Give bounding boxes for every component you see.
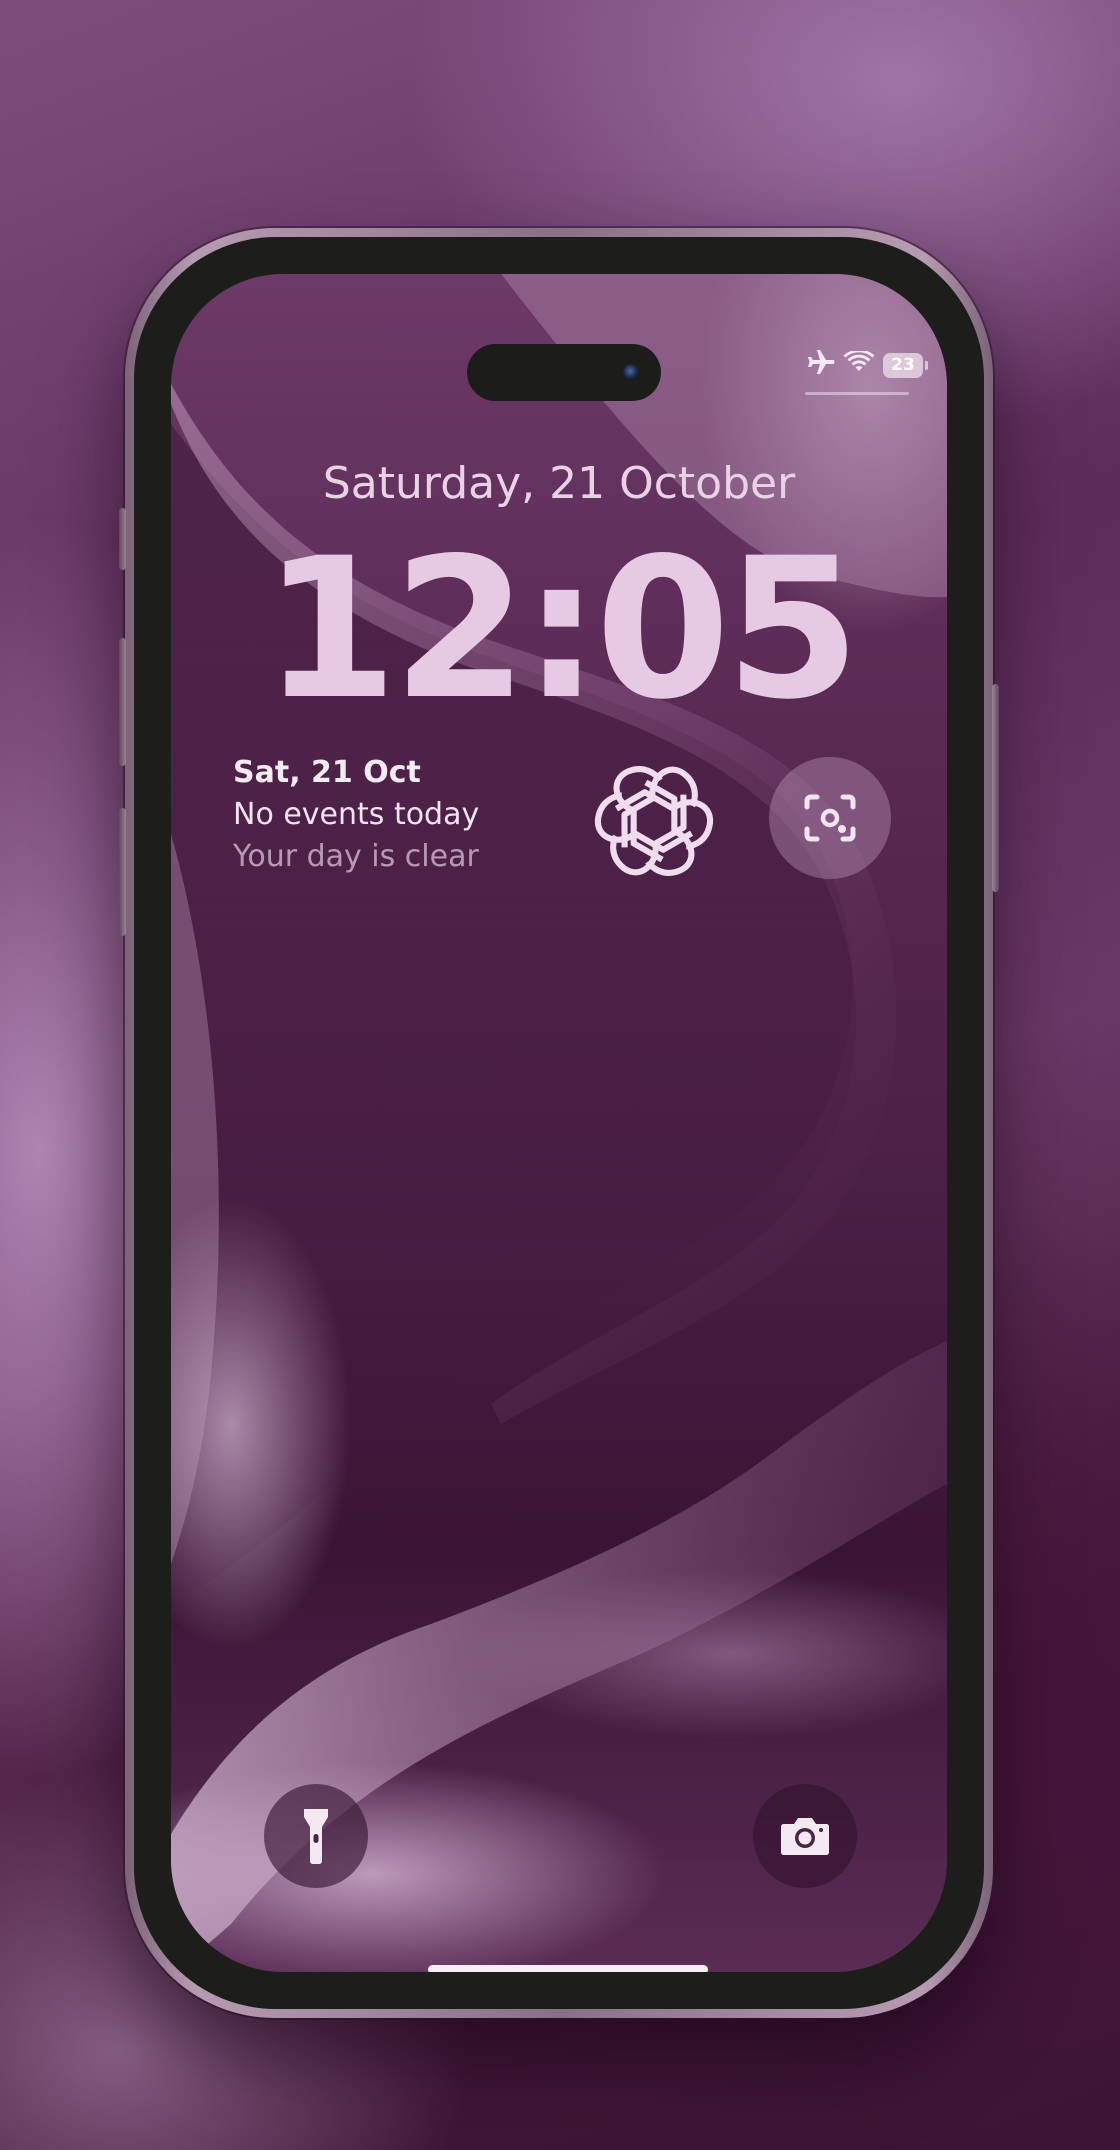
flashlight-icon [304,1809,328,1864]
wifi-icon [843,349,875,379]
lock-clock[interactable]: 12:05 [171,532,947,726]
calendar-events: No events today [233,797,480,832]
camera-button[interactable] [753,1784,857,1888]
lock-date: Saturday, 21 October [322,458,796,509]
calendar-status: Your day is clear [233,839,479,874]
front-camera [623,364,639,380]
airplane-icon [805,350,835,380]
status-bar: 23 [805,349,928,380]
visual-lookup-icon [804,794,856,842]
power-button [992,684,999,892]
dynamic-island [467,344,661,401]
action-button [119,508,126,570]
phone-device: 23 Saturday, 21 October 12:05 Sat, 21 Oc… [119,228,999,2018]
battery-indicator: 23 [883,352,928,378]
openai-logo-icon[interactable] [593,760,715,882]
calendar-date: Sat, 21 Oct [233,755,421,790]
visual-lookup-button[interactable] [769,757,891,879]
battery-level: 23 [891,355,915,375]
control-center-indicator[interactable] [805,392,909,395]
volume-up-button [119,638,126,766]
volume-down-button [119,808,126,936]
calendar-widget[interactable]: Sat, 21 Oct No events today Your day is … [233,752,479,878]
flashlight-button[interactable] [264,1784,368,1888]
bezel: 23 Saturday, 21 October 12:05 Sat, 21 Oc… [134,237,984,2009]
home-indicator[interactable] [428,1965,708,1972]
lock-screen[interactable]: 23 Saturday, 21 October 12:05 Sat, 21 Oc… [171,274,947,1972]
camera-icon [781,1818,829,1855]
